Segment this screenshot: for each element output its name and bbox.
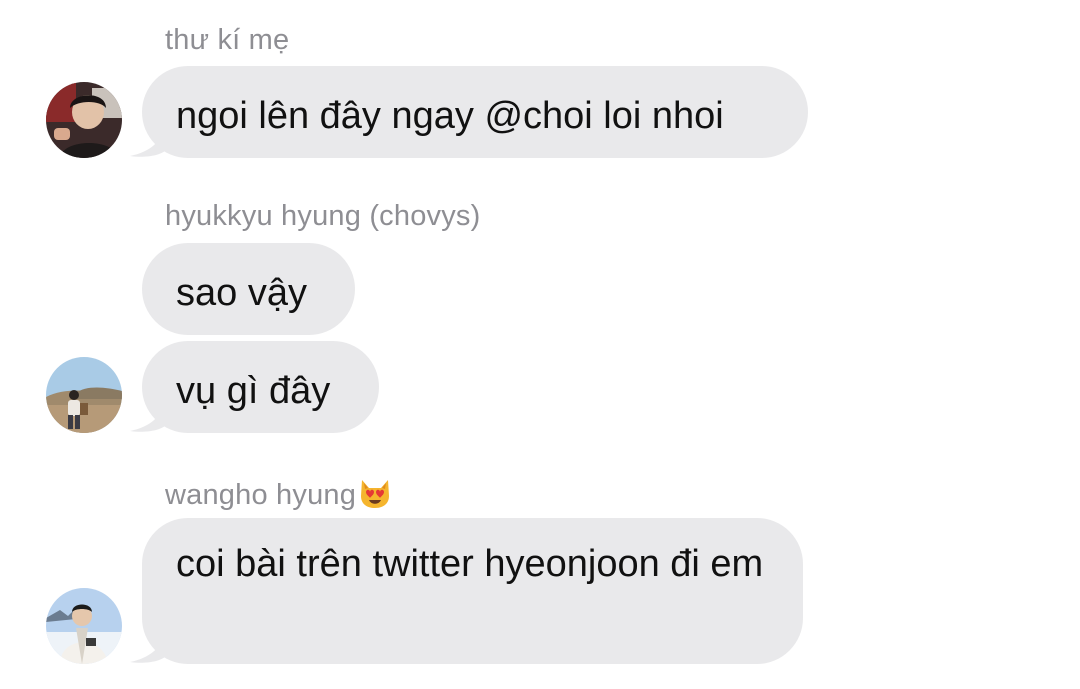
avatar[interactable] xyxy=(46,82,122,158)
avatar[interactable] xyxy=(46,588,122,664)
sender-name: wangho hyung xyxy=(165,476,392,512)
message-bubble[interactable]: sao vậy xyxy=(142,243,355,335)
message-bubble[interactable]: vụ gì đây xyxy=(142,341,379,433)
heart-eyes-cat-emoji-icon xyxy=(361,480,390,508)
message-text: coi bài trên twitter hyeonjoon đi em xyxy=(176,543,764,585)
profile-photo-icon xyxy=(46,588,122,664)
avatar[interactable] xyxy=(46,357,122,433)
message-text: vụ gì đây xyxy=(176,370,331,412)
bubble-tail xyxy=(130,634,166,663)
sender-name: hyukkyu hyung (chovys) xyxy=(165,200,481,232)
message-bubble[interactable]: coi bài trên twitter hyeonjoon đi em xyxy=(142,518,803,664)
message-text: ngoi lên đây ngay @choi loi nhoi xyxy=(176,95,724,137)
sender-name: thư kí mẹ xyxy=(165,24,290,56)
message-text: sao vậy xyxy=(176,272,307,314)
profile-photo-icon xyxy=(46,82,122,158)
profile-photo-icon xyxy=(46,357,122,433)
message-bubble[interactable]: ngoi lên đây ngay @choi loi nhoi xyxy=(142,66,808,158)
bubble-tail xyxy=(130,403,166,432)
bubble-tail xyxy=(130,128,166,157)
sender-name-text: wangho hyung xyxy=(165,479,357,511)
